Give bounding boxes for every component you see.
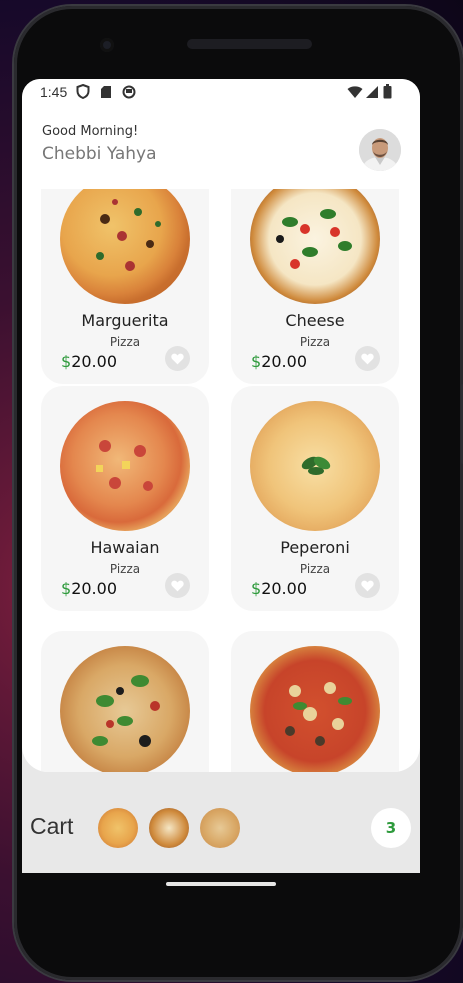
product-name: Peperoni: [280, 538, 350, 557]
heart-icon: [171, 580, 184, 591]
pizza-image: [60, 189, 190, 304]
product-card[interactable]: [41, 631, 209, 772]
battery-icon: [383, 84, 392, 103]
product-card[interactable]: [231, 631, 399, 772]
pizza-image: [60, 646, 190, 772]
home-indicator[interactable]: [166, 882, 276, 886]
product-price: $20.00: [251, 579, 307, 598]
cart-label[interactable]: Cart: [30, 813, 73, 840]
product-price: $20.00: [251, 352, 307, 371]
main-content: 1:45 Good Morning! Chebbi Yahya Margueri…: [22, 79, 420, 772]
product-card[interactable]: Peperoni Pizza $20.00: [231, 386, 399, 611]
cart-item-thumbnail[interactable]: [149, 808, 189, 848]
app-screen: 1:45 Good Morning! Chebbi Yahya Margueri…: [22, 79, 420, 873]
pizza-image: [250, 189, 380, 304]
favorite-button[interactable]: [355, 346, 380, 371]
cart-item-thumbnail[interactable]: [98, 808, 138, 848]
product-card[interactable]: Hawaian Pizza $20.00: [41, 386, 209, 611]
wifi-icon: [347, 84, 363, 103]
product-name: Marguerita: [81, 311, 169, 330]
cart-count-badge[interactable]: 3: [371, 808, 411, 848]
product-card[interactable]: Marguerita Pizza $20.00: [41, 189, 209, 384]
cart-item-thumbnail[interactable]: [200, 808, 240, 848]
signal-icon: [365, 84, 379, 103]
favorite-button[interactable]: [165, 573, 190, 598]
pizza-image: [250, 401, 380, 531]
product-price: $20.00: [61, 579, 117, 598]
status-bar: 1:45: [22, 79, 420, 107]
product-card[interactable]: Cheese Pizza $20.00: [231, 189, 399, 384]
status-time: 1:45: [40, 84, 68, 100]
greeting-header: Good Morning! Chebbi Yahya: [22, 117, 420, 179]
user-name: Chebbi Yahya: [42, 144, 157, 164]
system-nav-bar: [22, 873, 420, 917]
heart-icon: [361, 580, 374, 591]
heart-icon: [171, 353, 184, 364]
product-name: Cheese: [285, 311, 345, 330]
product-name: Hawaian: [90, 538, 160, 557]
earpiece-speaker: [187, 39, 312, 49]
shield-icon: [76, 83, 90, 103]
sim-card-icon: [100, 84, 112, 103]
heart-icon: [361, 353, 374, 364]
favorite-button[interactable]: [165, 346, 190, 371]
pizza-image: [60, 401, 190, 531]
product-grid: Marguerita Pizza $20.00 Cheese Pizza $20…: [22, 189, 420, 772]
product-price: $20.00: [61, 352, 117, 371]
sync-icon: [122, 84, 136, 103]
pizza-image: [250, 646, 380, 772]
avatar[interactable]: [359, 129, 401, 171]
front-camera: [100, 38, 114, 52]
greeting-text: Good Morning!: [42, 124, 139, 139]
favorite-button[interactable]: [355, 573, 380, 598]
